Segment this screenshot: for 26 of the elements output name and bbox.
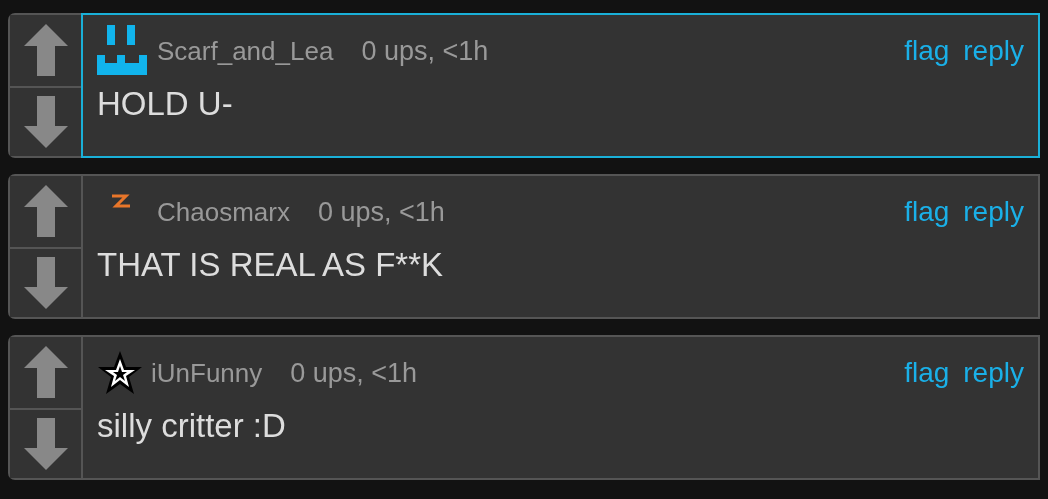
comment-meta: 0 ups, <1h (290, 357, 418, 389)
action-link[interactable]: reply (963, 35, 1024, 67)
downvote-button[interactable] (10, 407, 81, 478)
comment-text: THAT IS REAL AS F**K (97, 246, 444, 284)
up-arrow-icon (23, 185, 68, 238)
action-link[interactable]: reply (963, 357, 1024, 389)
action-link[interactable]: reply (963, 196, 1024, 228)
action-link[interactable]: flag (904, 35, 950, 67)
downvote-button[interactable] (10, 85, 81, 156)
up-arrow-icon (23, 24, 68, 77)
down-arrow-icon (23, 256, 68, 309)
username: Chaosmarx (157, 196, 290, 228)
action-link[interactable]: flag (904, 357, 950, 389)
downvote-button[interactable] (10, 246, 81, 317)
comment-text: silly critter :D (97, 407, 287, 445)
down-arrow-icon (23, 417, 68, 470)
down-arrow-icon (23, 95, 68, 148)
up-arrow-icon (23, 346, 68, 399)
username: Scarf_and_Lea (157, 35, 334, 67)
username: iUnFunny (151, 357, 263, 389)
star-icon (97, 350, 143, 396)
action-link[interactable]: flag (904, 196, 950, 228)
comment-meta: 0 ups, <1h (317, 196, 445, 228)
comment-text: HOLD U- (97, 85, 234, 123)
comment-meta: 0 ups, <1h (361, 35, 489, 67)
pixel-face-icon (97, 25, 149, 77)
